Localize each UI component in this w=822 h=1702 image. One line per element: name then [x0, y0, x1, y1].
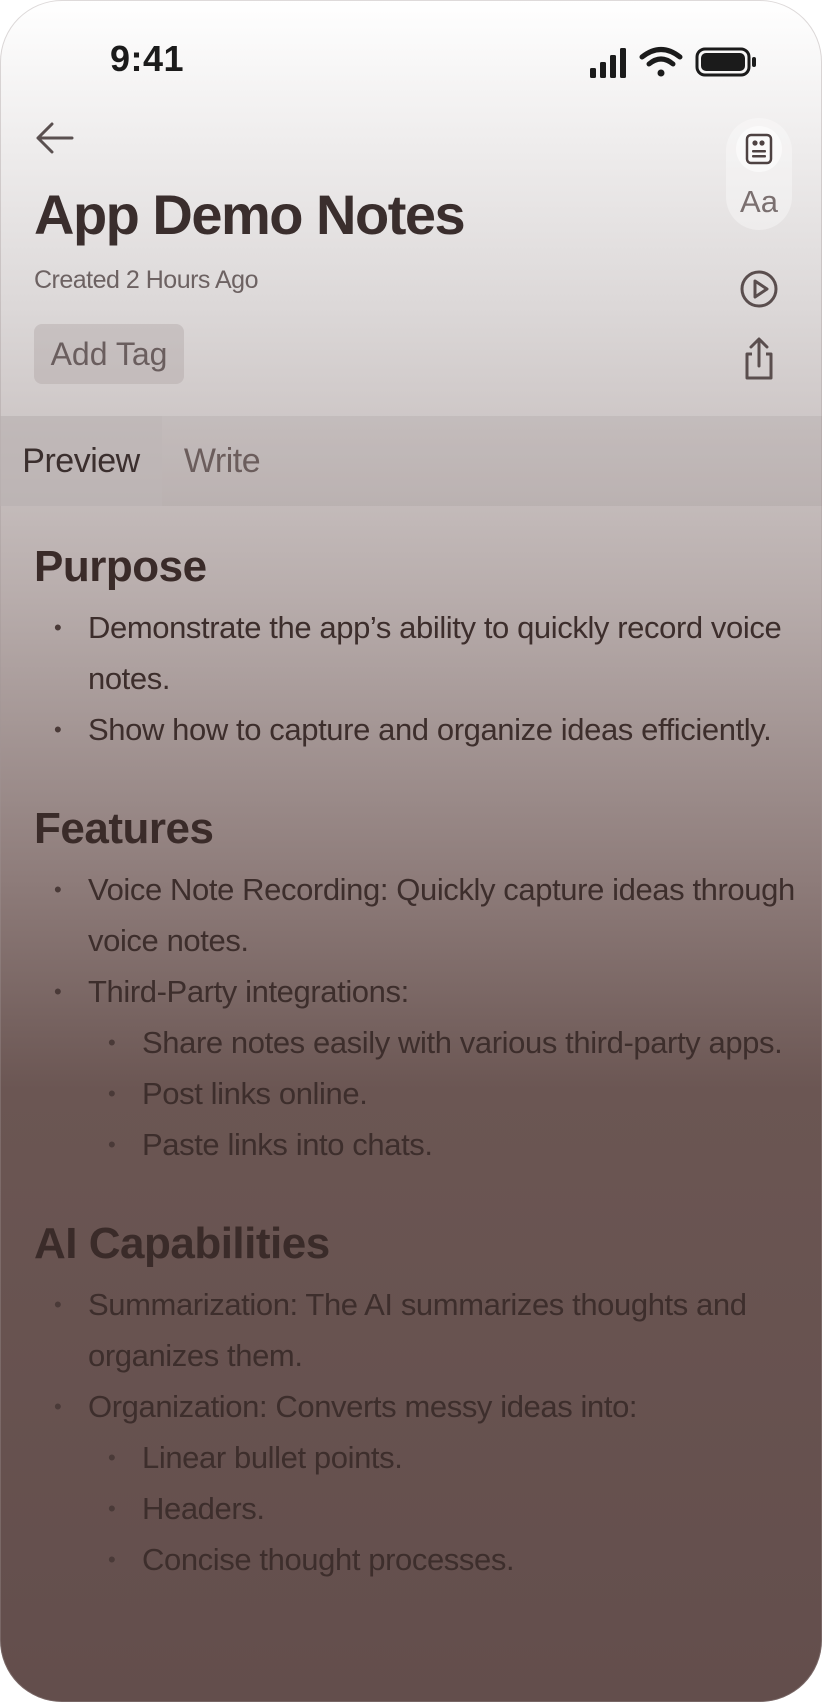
- share-icon[interactable]: [738, 336, 780, 382]
- back-arrow-icon[interactable]: [32, 118, 78, 158]
- list-item-text: Summarization: The AI summarizes thought…: [88, 1287, 747, 1373]
- mode-tabs: Preview Write: [0, 416, 822, 506]
- note-title: App Demo Notes: [34, 183, 466, 246]
- tab-write[interactable]: Write: [162, 416, 282, 506]
- section-purpose: Purpose Demonstrate the app’s ability to…: [34, 540, 804, 755]
- section-ai-capabilities: AI Capabilities Summarization: The AI su…: [34, 1217, 804, 1585]
- add-tag-button[interactable]: Add Tag: [34, 324, 184, 384]
- list-item-text: Voice Note Recording: Quickly capture id…: [88, 872, 795, 958]
- section-heading: AI Capabilities: [34, 1219, 330, 1268]
- phone-screen: 9:41 App Demo Notes Created 2 Hours Ago …: [0, 0, 822, 1702]
- list-item: Show how to capture and organize ideas e…: [34, 704, 804, 755]
- quote-icon: [745, 133, 773, 165]
- section-features: Features Voice Note Recording: Quickly c…: [34, 802, 804, 1170]
- list-item-text: Third-Party integrations:: [88, 974, 409, 1009]
- nested-bullet-list: Share notes easily with various third-pa…: [88, 1017, 804, 1170]
- wifi-icon: [639, 47, 683, 77]
- list-item-text: Organization: Converts messy ideas into:: [88, 1389, 638, 1424]
- bullet-list: Summarization: The AI summarizes thought…: [34, 1279, 804, 1585]
- nested-list-item: Concise thought processes.: [88, 1534, 804, 1585]
- bullet-list: Voice Note Recording: Quickly capture id…: [34, 864, 804, 1170]
- section-heading: Features: [34, 804, 214, 853]
- tab-preview[interactable]: Preview: [0, 416, 162, 506]
- nested-list-item: Headers.: [88, 1483, 804, 1534]
- list-item: Summarization: The AI summarizes thought…: [34, 1279, 804, 1381]
- nested-bullet-list: Linear bullet points. Headers. Concise t…: [88, 1432, 804, 1585]
- bullet-list: Demonstrate the app’s ability to quickly…: [34, 602, 804, 755]
- nested-list-item: Linear bullet points.: [88, 1432, 804, 1483]
- nested-list-item: Paste links into chats.: [88, 1119, 804, 1170]
- list-item-text: Show how to capture and organize ideas e…: [88, 712, 772, 747]
- status-icons: [590, 47, 756, 78]
- list-item: Demonstrate the app’s ability to quickly…: [34, 602, 804, 704]
- created-timestamp: Created 2 Hours Ago: [34, 266, 258, 294]
- status-time: 9:41: [110, 38, 185, 79]
- quote-button[interactable]: [736, 126, 782, 172]
- nested-list-item: Share notes easily with various third-pa…: [88, 1017, 804, 1068]
- note-content: Purpose Demonstrate the app’s ability to…: [34, 540, 804, 1632]
- list-item: Organization: Converts messy ideas into:…: [34, 1381, 804, 1585]
- section-heading: Purpose: [34, 542, 207, 591]
- signal-icon: [590, 48, 626, 78]
- play-icon[interactable]: [738, 268, 780, 310]
- nested-list-item: Post links online.: [88, 1068, 804, 1119]
- list-item: Third-Party integrations: Share notes ea…: [34, 966, 804, 1170]
- text-size-button[interactable]: Aa: [726, 180, 792, 224]
- list-item-text: Demonstrate the app’s ability to quickly…: [88, 610, 782, 696]
- battery-icon: [695, 47, 756, 77]
- list-item: Voice Note Recording: Quickly capture id…: [34, 864, 804, 966]
